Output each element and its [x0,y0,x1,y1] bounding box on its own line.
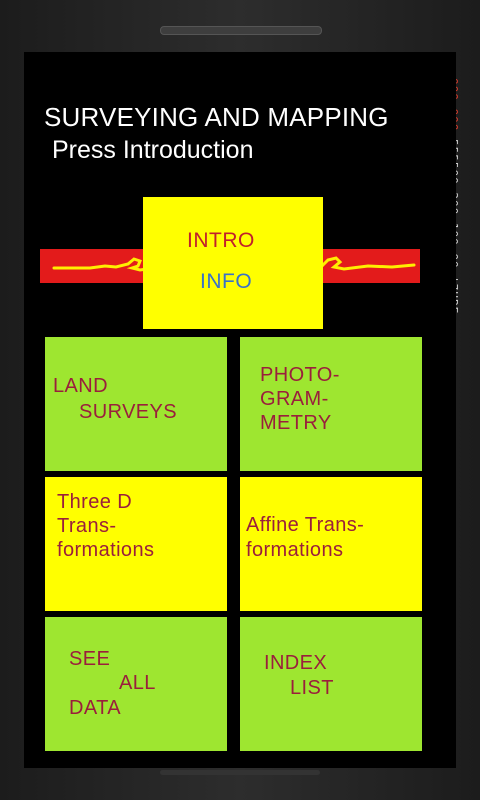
tile-label-line: INDEX [264,652,328,674]
app-screen: SURVEYING AND MAPPING Press Introduction… [24,52,456,768]
tile-label-line: SEE [69,648,111,670]
app-title: SURVEYING AND MAPPING [44,102,389,132]
tile-label-line: SURVEYS [79,401,178,423]
phone-frame: 000 000 555500 200 100 00.'7HBE SURVEYIN… [0,0,480,800]
tile-label-line: Trans- [57,515,117,537]
tile-label-line: GRAM- [260,388,329,410]
tile-label-line: DATA [69,697,121,719]
tile-label-line: METRY [260,412,332,434]
index-list-button[interactable]: INDEX LIST [240,617,422,751]
photogrammetry-button[interactable]: PHOTO- GRAM- METRY [240,337,422,471]
tile-label-line: Three D [57,491,133,513]
app-subtitle: Press Introduction [52,136,254,164]
right-squiggle-icon [312,256,416,271]
intro-label: INTRO [187,229,255,252]
info-label: INFO [200,270,253,293]
tile-label-line: Affine Trans- [246,514,365,536]
phone-bottom-bezel [160,770,320,775]
intro-info-button[interactable]: INTRO INFO [143,197,323,329]
see-all-data-button[interactable]: SEE ALL DATA [45,617,227,751]
land-surveys-button[interactable]: LAND SURVEYS [45,337,227,471]
tile-label-line: ALL [119,672,156,694]
tile-label-line: formations [57,539,155,561]
tile-label-line: LIST [290,677,334,699]
tile-label-line: formations [246,539,344,561]
tile-label-line: PHOTO- [260,364,340,386]
tile-label-line: LAND [53,375,108,397]
three-d-transformations-button[interactable]: Three D Trans- formations [45,477,227,611]
affine-transformations-button[interactable]: Affine Trans- formations [240,477,422,611]
phone-speaker [160,26,322,35]
